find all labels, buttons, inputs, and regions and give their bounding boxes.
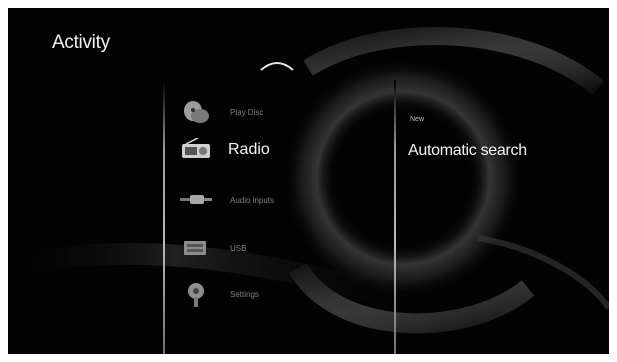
submenu-item-automatic-search[interactable]: Automatic search — [408, 142, 527, 160]
menu-item-label: Audio inputs — [230, 195, 275, 205]
disc-icon — [178, 97, 214, 127]
menu-divider-left — [163, 80, 165, 354]
page-title: Activity — [52, 32, 110, 53]
menu-item-settings[interactable]: Settings — [178, 276, 378, 312]
menu-item-label: Radio — [228, 141, 270, 158]
settings-icon — [178, 279, 214, 309]
scroll-up-arrow-icon[interactable] — [257, 58, 297, 72]
menu-divider-right — [394, 80, 396, 354]
tv-screen: Activity Play Disc Radio Audio inputs US… — [8, 8, 609, 354]
menu-item-radio[interactable]: Radio — [178, 132, 378, 168]
menu-item-label: Play Disc — [230, 107, 264, 117]
menu-item-usb[interactable]: USB — [178, 230, 378, 266]
usb-icon — [178, 233, 214, 263]
menu-item-label: Settings — [230, 289, 259, 299]
menu-item-label: USB — [230, 243, 247, 253]
menu-item-audio-inputs[interactable]: Audio inputs — [178, 182, 378, 218]
menu-item-play-disc[interactable]: Play Disc — [178, 94, 378, 130]
submenu-caption: New — [410, 116, 425, 123]
radio-icon — [178, 135, 214, 165]
audio-input-icon — [178, 185, 214, 215]
